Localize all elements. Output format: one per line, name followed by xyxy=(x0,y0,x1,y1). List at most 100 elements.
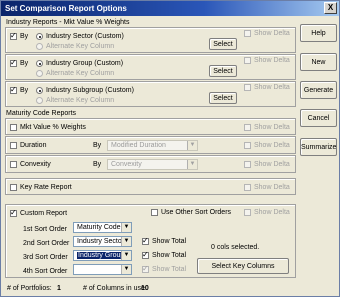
show-delta-checkbox-mkt[interactable] xyxy=(244,124,251,131)
maturity-section-title: Maturity Code Reports xyxy=(6,110,77,117)
dialog-window: Set Comparison Report Options X Industry… xyxy=(0,0,340,297)
alternate-key-label-3: Alternate Key Column xyxy=(46,97,115,104)
show-delta-label-1: Show Delta xyxy=(254,30,290,37)
show-total-checkbox-4[interactable] xyxy=(142,264,149,273)
by-label-1: By xyxy=(20,33,29,40)
use-other-sort-orders-checkbox[interactable] xyxy=(151,209,158,216)
help-button[interactable]: Help xyxy=(300,24,337,42)
portfolios-label: # of Portfolios: xyxy=(7,285,52,292)
convexity-by-label: By xyxy=(93,161,102,168)
show-delta-checkbox-2[interactable] xyxy=(244,57,251,64)
mkt-value-label: Mkt Value % Weights xyxy=(20,124,86,131)
show-delta-label-custom: Show Delta xyxy=(254,209,290,216)
show-total-checkbox-2[interactable] xyxy=(142,236,149,245)
select-button-3[interactable]: Select xyxy=(209,92,237,104)
convexity-checkbox[interactable] xyxy=(10,161,17,168)
by-label-3: By xyxy=(20,87,29,94)
cols-selected-text: 0 cols selected. xyxy=(211,244,260,251)
show-delta-label-3: Show Delta xyxy=(254,84,290,91)
custom-report-checkbox[interactable] xyxy=(10,208,17,217)
by-checkbox-2[interactable] xyxy=(10,58,17,67)
sort-order-3-value-wrap: Industry Group xyxy=(77,252,126,260)
chevron-down-icon: ▼ xyxy=(187,141,197,150)
sort-order-3-label: 3rd Sort Order xyxy=(23,254,68,261)
sort-order-3-select[interactable]: Industry Group ▼ xyxy=(73,250,132,261)
select-key-columns-button[interactable]: Select Key Columns xyxy=(197,258,289,274)
sort-order-4-label: 4th Sort Order xyxy=(23,268,68,275)
use-other-sort-orders-label: Use Other Sort Orders xyxy=(161,209,232,216)
duration-label: Duration xyxy=(20,142,47,149)
duration-select[interactable]: Modified Duration ▼ xyxy=(107,140,198,151)
chevron-down-icon: ▼ xyxy=(121,265,131,274)
industry-section-title: Industry Reports - Mkt Value % Weights xyxy=(6,19,130,26)
select-button-2[interactable]: Select xyxy=(209,65,237,77)
summarize-button[interactable]: Summarize xyxy=(300,138,337,156)
show-delta-checkbox-1[interactable] xyxy=(244,30,251,37)
industry-sector-label: Industry Sector (Custom) xyxy=(46,33,124,40)
alternate-key-label-2: Alternate Key Column xyxy=(46,70,115,77)
show-delta-checkbox-convexity[interactable] xyxy=(244,161,251,168)
duration-row: Duration By Modified Duration ▼ Show Del… xyxy=(5,136,296,154)
show-delta-checkbox-duration[interactable] xyxy=(244,142,251,149)
chevron-down-icon: ▼ xyxy=(187,160,197,169)
duration-select-value: Modified Duration xyxy=(111,142,166,149)
industry-row-3: By Industry Subgroup (Custom) Alternate … xyxy=(5,81,296,107)
chevron-down-icon: ▼ xyxy=(121,251,131,260)
sort-order-2-value: Industry Sector xyxy=(77,238,125,245)
show-delta-label-2: Show Delta xyxy=(254,57,290,64)
columns-in-use-value: 10 xyxy=(141,285,149,292)
industry-row-2: By Industry Group (Custom) Alternate Key… xyxy=(5,54,296,80)
mkt-value-checkbox[interactable] xyxy=(10,124,17,131)
key-rate-row: Key Rate Report Show Delta xyxy=(5,178,296,195)
convexity-label: Convexity xyxy=(20,161,51,168)
sort-order-2-label: 2nd Sort Order xyxy=(23,240,70,247)
duration-checkbox[interactable] xyxy=(10,142,17,149)
new-button[interactable]: New xyxy=(300,53,337,71)
key-rate-checkbox[interactable] xyxy=(10,184,17,191)
by-label-2: By xyxy=(20,60,29,67)
show-delta-label-key-rate: Show Delta xyxy=(254,184,290,191)
convexity-select-value: Convexity xyxy=(111,161,142,168)
show-delta-checkbox-custom[interactable] xyxy=(244,209,251,216)
window-title: Set Comparison Report Options xyxy=(5,4,127,13)
alternate-key-radio-2[interactable] xyxy=(36,70,43,77)
convexity-row: Convexity By Convexity ▼ Show Delta xyxy=(5,155,296,173)
generate-button[interactable]: Generate xyxy=(300,81,337,99)
industry-subgroup-label: Industry Subgroup (Custom) xyxy=(46,87,134,94)
industry-sector-radio[interactable] xyxy=(36,33,43,40)
select-button-1[interactable]: Select xyxy=(209,38,237,50)
industry-group-radio[interactable] xyxy=(36,60,43,67)
custom-report-group: Custom Report Use Other Sort Orders Show… xyxy=(5,204,296,278)
show-total-label-3: Show Total xyxy=(152,252,187,259)
by-checkbox-1[interactable] xyxy=(10,31,17,40)
sort-order-4-select[interactable]: ▼ xyxy=(73,264,132,275)
industry-row-1: By Industry Sector (Custom) Alternate Ke… xyxy=(5,27,296,53)
show-delta-checkbox-3[interactable] xyxy=(244,84,251,91)
sort-order-1-select[interactable]: Maturity Code ▼ xyxy=(73,222,132,233)
show-delta-label-convexity: Show Delta xyxy=(254,161,290,168)
sort-order-1-value: Maturity Code xyxy=(77,224,121,231)
show-delta-checkbox-key-rate[interactable] xyxy=(244,184,251,191)
show-delta-label-duration: Show Delta xyxy=(254,142,290,149)
show-delta-label-mkt: Show Delta xyxy=(254,124,290,131)
industry-subgroup-radio[interactable] xyxy=(36,87,43,94)
mkt-value-row: Mkt Value % Weights Show Delta xyxy=(5,118,296,135)
sort-order-3-value: Industry Group xyxy=(77,252,126,259)
alternate-key-radio-3[interactable] xyxy=(36,97,43,104)
show-total-checkbox-3[interactable] xyxy=(142,250,149,259)
portfolios-value: 1 xyxy=(57,285,61,292)
chevron-down-icon: ▼ xyxy=(121,223,131,232)
duration-by-label: By xyxy=(93,142,102,149)
convexity-select[interactable]: Convexity ▼ xyxy=(107,159,198,170)
cancel-button[interactable]: Cancel xyxy=(300,109,337,127)
by-checkbox-3[interactable] xyxy=(10,85,17,94)
alternate-key-radio-1[interactable] xyxy=(36,43,43,50)
sort-order-2-select[interactable]: Industry Sector ▼ xyxy=(73,236,132,247)
title-bar: Set Comparison Report Options X xyxy=(1,1,339,16)
show-total-label-4: Show Total xyxy=(152,266,187,273)
key-rate-label: Key Rate Report xyxy=(20,184,72,191)
close-button[interactable]: X xyxy=(324,2,337,14)
alternate-key-label-1: Alternate Key Column xyxy=(46,43,115,50)
sort-order-1-label: 1st Sort Order xyxy=(23,226,67,233)
custom-report-label: Custom Report xyxy=(20,210,68,217)
